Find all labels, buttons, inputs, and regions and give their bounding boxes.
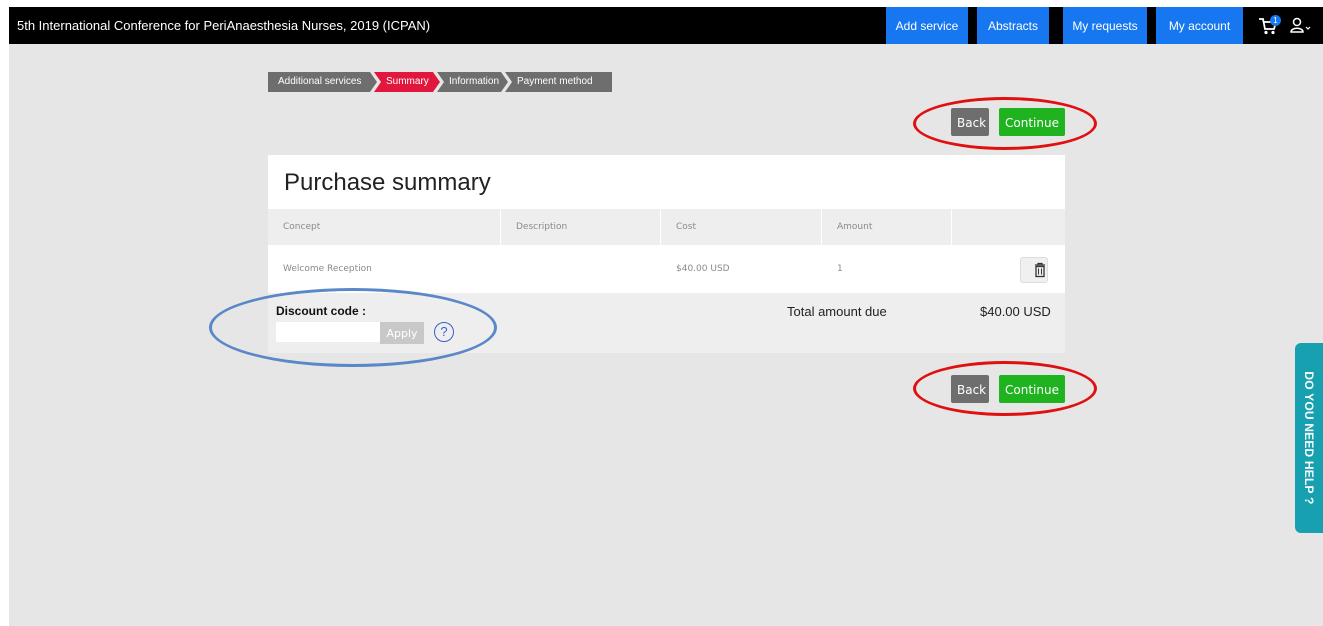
column-cost: Cost — [661, 209, 822, 245]
table-row: Welcome Reception $40.00 USD 1 — [268, 245, 1065, 293]
row-cost: $40.00 USD — [676, 264, 730, 274]
my-requests-button[interactable]: My requests — [1063, 7, 1147, 44]
discount-code-label: Discount code : — [276, 304, 367, 318]
row-amount: 1 — [837, 264, 843, 274]
trash-icon — [1035, 262, 1045, 278]
total-amount-label: Total amount due — [787, 304, 887, 319]
step-information[interactable]: Information — [437, 72, 508, 92]
step-summary[interactable]: Summary — [374, 72, 440, 92]
column-concept: Concept — [268, 209, 501, 245]
table-header: Concept Description Cost Amount — [268, 209, 1065, 245]
back-button-top[interactable]: Back — [951, 108, 989, 136]
chevron-down-icon — [1305, 26, 1311, 30]
abstracts-button[interactable]: Abstracts — [977, 7, 1049, 44]
panel-title: Purchase summary — [284, 169, 491, 196]
discount-code-input[interactable] — [276, 322, 380, 342]
my-account-button[interactable]: My account — [1156, 7, 1243, 44]
page: 5th International Conference for PeriAna… — [9, 7, 1323, 626]
top-navbar: 5th International Conference for PeriAna… — [9, 7, 1323, 44]
column-amount: Amount — [822, 209, 952, 245]
step-additional-services[interactable]: Additional services — [268, 72, 377, 92]
cart-count-badge: 1 — [1270, 15, 1281, 26]
table-footer: Discount code : Apply ? Total amount due… — [268, 293, 1065, 353]
delete-item-button[interactable] — [1020, 257, 1048, 283]
total-amount-value: $40.00 USD — [980, 304, 1051, 319]
column-description: Description — [501, 209, 661, 245]
need-help-tab[interactable]: DO YOU NEED HELP ? — [1295, 343, 1323, 533]
user-icon[interactable] — [1289, 16, 1313, 36]
purchase-summary-panel: Purchase summary Concept Description Cos… — [268, 155, 1065, 353]
row-description — [501, 245, 661, 293]
continue-button-bottom[interactable]: Continue — [999, 375, 1065, 403]
add-service-button[interactable]: Add service — [886, 7, 968, 44]
app-title: 5th International Conference for PeriAna… — [17, 18, 431, 33]
back-button-bottom[interactable]: Back — [951, 375, 989, 403]
help-icon[interactable]: ? — [434, 322, 454, 342]
need-help-label: DO YOU NEED HELP ? — [1302, 371, 1316, 505]
apply-discount-button[interactable]: Apply — [380, 322, 424, 344]
panel-header: Purchase summary — [268, 155, 1065, 209]
continue-button-top[interactable]: Continue — [999, 108, 1065, 136]
row-concept: Welcome Reception — [283, 264, 372, 274]
step-payment-method[interactable]: Payment method — [505, 72, 612, 92]
